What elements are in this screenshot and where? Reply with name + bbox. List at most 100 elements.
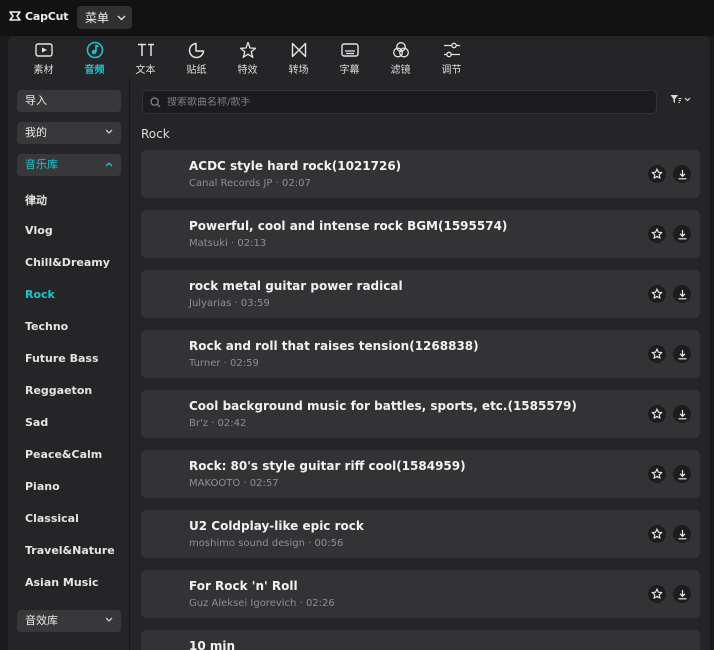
sfx-library-dropdown[interactable]: 音效库 <box>17 610 121 632</box>
tab-adjust[interactable]: 调节 <box>426 36 477 76</box>
track-title: For Rock 'n' Roll <box>189 579 298 593</box>
sidebar-item-vlog[interactable]: Vlog <box>25 224 53 237</box>
effects-icon <box>238 41 258 59</box>
sidebar-item-classical[interactable]: Classical <box>25 512 79 525</box>
sidebar-item-chill-dreamy[interactable]: Chill&Dreamy <box>25 256 110 269</box>
sidebar-item-sad[interactable]: Sad <box>25 416 48 429</box>
tab-label: 滤镜 <box>390 65 411 76</box>
sidebar-item-travel-nature[interactable]: Travel&Nature <box>25 544 115 557</box>
download-button[interactable] <box>673 285 691 303</box>
tab-sticker[interactable]: 贴纸 <box>171 36 222 76</box>
tab-label: 文本 <box>135 65 156 76</box>
track-title: Cool background music for battles, sport… <box>189 399 577 413</box>
tab-label: 特效 <box>237 65 258 76</box>
track-row[interactable]: Powerful, cool and intense rock BGM(1595… <box>141 210 700 258</box>
tab-label: 字幕 <box>339 65 360 76</box>
tab-effects[interactable]: 特效 <box>222 36 273 76</box>
media-icon <box>34 41 54 59</box>
track-artist: Br'z <box>189 418 208 429</box>
meta-separator: · <box>231 298 241 309</box>
star-icon <box>651 348 663 359</box>
track-duration: 02:59 <box>230 358 259 369</box>
download-button[interactable] <box>673 345 691 363</box>
tab-label: 贴纸 <box>186 65 207 76</box>
search-input[interactable] <box>167 96 627 108</box>
track-title: U2 Coldplay-like epic rock <box>189 519 364 533</box>
favorite-button[interactable] <box>648 405 666 423</box>
tab-bar: 素材 音频 文本 贴纸 特效 转场 字幕 滤镜 调节 <box>8 36 710 76</box>
download-button[interactable] <box>673 465 691 483</box>
sidebar: 导入 我的 音乐库 律动 Vlog Chill&Dreamy Rock Tech… <box>8 78 130 650</box>
chevron-up-icon <box>105 162 113 167</box>
favorite-button[interactable] <box>648 165 666 183</box>
download-button[interactable] <box>673 405 691 423</box>
track-meta: moshimo sound design · 00:56 <box>189 538 343 549</box>
tab-label: 音频 <box>84 65 105 76</box>
track-duration: 02:57 <box>249 478 279 489</box>
tab-media[interactable]: 素材 <box>18 36 69 76</box>
search-icon <box>150 96 161 107</box>
track-row[interactable]: 10 min <box>141 630 700 650</box>
favorite-button[interactable] <box>648 285 666 303</box>
favorite-button[interactable] <box>648 345 666 363</box>
sidebar-item-piano[interactable]: Piano <box>25 480 60 493</box>
sidebar-item-rock[interactable]: Rock <box>25 288 55 301</box>
download-button[interactable] <box>673 585 691 603</box>
mine-label: 我的 <box>25 126 47 139</box>
favorite-button[interactable] <box>648 585 666 603</box>
music-library-dropdown[interactable]: 音乐库 <box>17 154 121 176</box>
meta-separator: · <box>240 478 250 489</box>
track-row[interactable]: For Rock 'n' Roll Guz Aleksei Igorevich ·… <box>141 570 700 618</box>
sidebar-item-future-bass[interactable]: Future Bass <box>25 352 99 365</box>
star-icon <box>651 168 663 179</box>
track-row[interactable]: Rock and roll that raises tension(126883… <box>141 330 700 378</box>
track-row[interactable]: ACDC style hard rock(1021726) Canal Recor… <box>141 150 700 198</box>
download-icon <box>678 289 686 299</box>
sticker-icon <box>187 41 207 59</box>
track-title: 10 min <box>189 639 236 650</box>
download-button[interactable] <box>673 525 691 543</box>
download-icon <box>678 529 686 539</box>
tab-filters[interactable]: 滤镜 <box>375 36 426 76</box>
track-duration: 02:42 <box>217 418 247 429</box>
sort-filter-button[interactable] <box>670 94 691 104</box>
sidebar-item-techno[interactable]: Techno <box>25 320 68 333</box>
track-row[interactable]: Cool background music for battles, sport… <box>141 390 700 438</box>
menu-button[interactable]: 菜单 <box>77 6 132 29</box>
track-row[interactable]: rock metal guitar power radical Julyarias… <box>141 270 700 318</box>
search-bar <box>142 90 657 114</box>
star-icon <box>651 468 663 479</box>
favorite-button[interactable] <box>648 465 666 483</box>
track-artist: Matsuki <box>189 238 228 249</box>
chevron-down-icon <box>684 97 691 101</box>
track-row[interactable]: Rock: 80's style guitar riff cool(158495… <box>141 450 700 498</box>
download-button[interactable] <box>673 225 691 243</box>
track-artist: Guz Aleksei Igorevich <box>189 598 297 609</box>
tab-audio[interactable]: 音频 <box>69 36 120 76</box>
download-button[interactable] <box>673 165 691 183</box>
track-duration: 02:13 <box>237 238 267 249</box>
sidebar-item-reggaeton[interactable]: Reggaeton <box>25 384 92 397</box>
sidebar-item-peace-calm[interactable]: Peace&Calm <box>25 448 102 461</box>
mine-dropdown[interactable]: 我的 <box>17 122 121 144</box>
adjust-icon <box>442 41 462 59</box>
sfx-library-label: 音效库 <box>25 614 58 627</box>
import-label: 导入 <box>25 94 47 107</box>
download-icon <box>678 409 686 419</box>
chevron-down-icon <box>105 617 113 622</box>
track-meta: Canal Records JP · 02:07 <box>189 178 311 189</box>
favorite-button[interactable] <box>648 225 666 243</box>
tab-text[interactable]: 文本 <box>120 36 171 76</box>
favorite-button[interactable] <box>648 525 666 543</box>
tab-captions[interactable]: 字幕 <box>324 36 375 76</box>
sidebar-item-groove[interactable]: 律动 <box>25 192 47 208</box>
track-row[interactable]: U2 Coldplay-like epic rock moshimo sound … <box>141 510 700 558</box>
tab-transition[interactable]: 转场 <box>273 36 324 76</box>
star-icon <box>651 288 663 299</box>
track-duration: 02:26 <box>305 598 335 609</box>
tab-label: 素材 <box>33 65 54 76</box>
import-button[interactable]: 导入 <box>17 90 121 112</box>
sidebar-item-asian-music[interactable]: Asian Music <box>25 576 99 589</box>
download-icon <box>678 469 686 479</box>
title-bar: CapCut 菜单 <box>0 0 714 36</box>
